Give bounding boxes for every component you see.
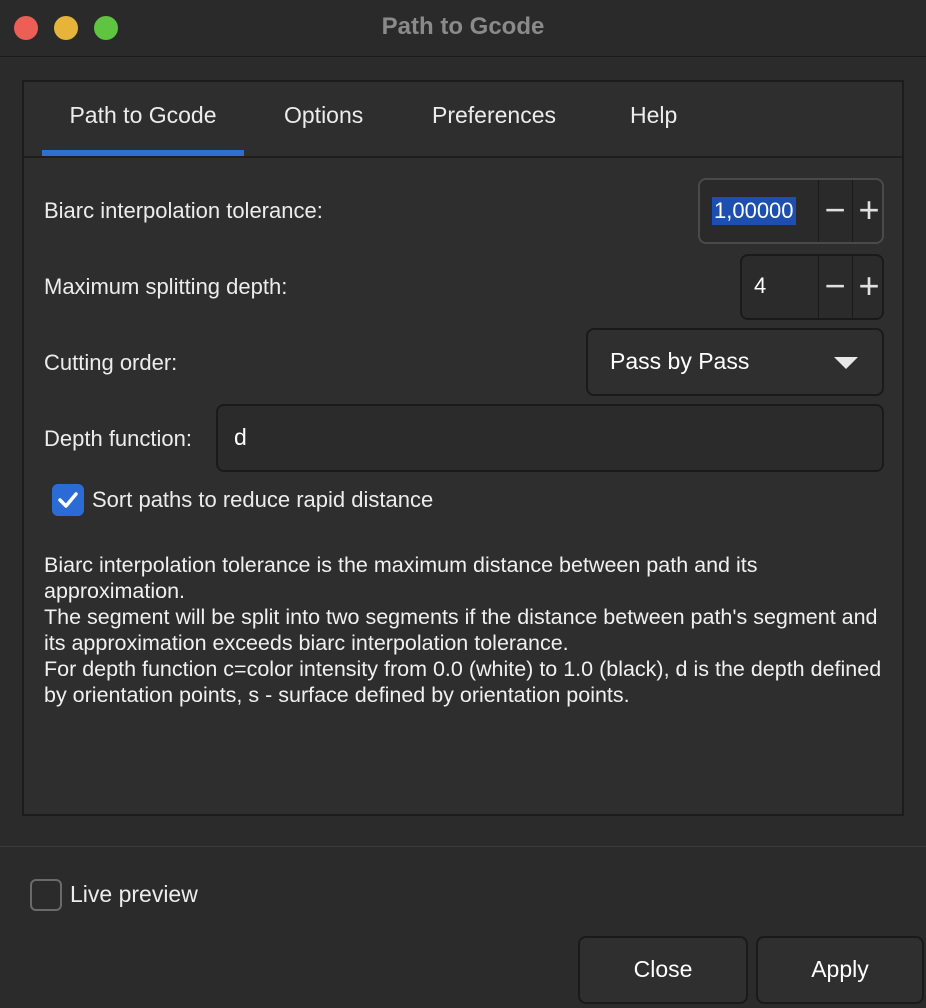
sort-paths-checkbox[interactable] — [52, 484, 84, 516]
apply-button[interactable]: Apply — [756, 936, 924, 1004]
depth-function-value: d — [234, 424, 247, 450]
biarc-tolerance-spinner: 1,00000 − + — [698, 178, 884, 244]
depth-function-input[interactable]: d — [216, 404, 884, 472]
tab-preferences[interactable]: Preferences — [432, 102, 556, 156]
tab-help[interactable]: Help — [630, 102, 677, 156]
description-line: The segment will be split into two segme… — [44, 605, 878, 655]
title-bar: Path to Gcode — [0, 0, 926, 57]
cutting-order-label: Cutting order: — [44, 350, 178, 375]
description-line: Biarc interpolation tolerance is the max… — [44, 553, 758, 603]
tab-options[interactable]: Options — [284, 102, 363, 156]
tab-path-to-gcode[interactable]: Path to Gcode — [42, 102, 244, 156]
description-line: For depth function c=color intensity fro… — [44, 657, 882, 707]
settings-panel: Path to Gcode Options Preferences Help B… — [22, 80, 904, 816]
live-preview-label: Live preview — [70, 881, 198, 907]
split-depth-decrement-button[interactable]: − — [818, 256, 852, 318]
max-split-depth-label: Maximum splitting depth: — [44, 274, 288, 299]
max-split-depth-spinner: 4 − + — [740, 254, 884, 320]
help-description: Biarc interpolation tolerance is the max… — [44, 552, 884, 708]
biarc-decrement-button[interactable]: − — [818, 180, 852, 242]
max-split-depth-input[interactable]: 4 — [754, 273, 766, 299]
live-preview-checkbox[interactable] — [30, 879, 62, 911]
split-depth-increment-button[interactable]: + — [852, 256, 886, 318]
sort-paths-label: Sort paths to reduce rapid distance — [92, 487, 434, 512]
tab-bar: Path to Gcode Options Preferences Help — [24, 82, 902, 158]
biarc-increment-button[interactable]: + — [852, 180, 886, 242]
chevron-down-icon — [834, 357, 858, 369]
window-title: Path to Gcode — [381, 13, 545, 40]
biarc-tolerance-label: Biarc interpolation tolerance: — [44, 198, 323, 223]
cutting-order-value: Pass by Pass — [610, 348, 750, 374]
close-button[interactable]: Close — [578, 936, 748, 1004]
footer-divider — [0, 846, 926, 847]
checkmark-icon — [58, 492, 78, 508]
depth-function-label: Depth function: — [44, 426, 192, 451]
cutting-order-dropdown[interactable]: Pass by Pass — [586, 328, 884, 396]
biarc-tolerance-input[interactable]: 1,00000 — [712, 197, 796, 225]
